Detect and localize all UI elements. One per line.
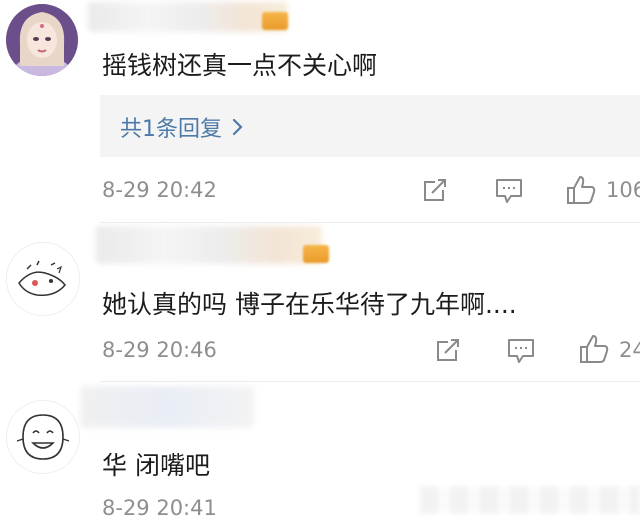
- thumbs-up-icon: [567, 176, 596, 204]
- comment-icon: [496, 179, 522, 203]
- avatar-illustration: [7, 401, 79, 473]
- vip-badge: [303, 245, 329, 263]
- like-count: 24: [619, 338, 640, 362]
- like-button[interactable]: [578, 333, 610, 369]
- avatar[interactable]: [6, 4, 78, 76]
- vip-badge: [262, 12, 288, 30]
- like-button[interactable]: [565, 174, 597, 210]
- username-blurred[interactable]: [80, 386, 254, 428]
- avatar-illustration: [6, 4, 78, 76]
- avatar[interactable]: [6, 400, 80, 474]
- username-blurred[interactable]: [88, 2, 288, 32]
- comment-time: 8-29 20:42: [102, 178, 217, 202]
- view-replies-link[interactable]: 共1条回复: [120, 111, 244, 143]
- comment-time: 8-29 20:41: [102, 496, 217, 520]
- reply-box: 共1条回复: [100, 95, 640, 157]
- comment-button[interactable]: [494, 177, 524, 209]
- comment-icon: [508, 339, 534, 363]
- avatar-illustration: [7, 243, 79, 315]
- share-icon: [437, 339, 459, 361]
- username-blurred[interactable]: [96, 226, 322, 264]
- divider: [100, 222, 640, 223]
- chevron-right-icon: [232, 118, 243, 136]
- like-count: 106: [606, 178, 640, 202]
- comment-button[interactable]: [506, 337, 536, 369]
- divider: [100, 381, 640, 382]
- share-button[interactable]: [421, 176, 449, 208]
- thumbs-up-icon: [580, 335, 609, 363]
- share-button[interactable]: [434, 336, 462, 368]
- comment-time: 8-29 20:46: [102, 338, 217, 362]
- avatar[interactable]: [6, 242, 80, 316]
- watermark: [420, 486, 640, 514]
- comment-text: 她认真的吗 博子在乐华待了九年啊....: [102, 290, 517, 319]
- share-icon: [424, 179, 446, 201]
- comment-text: 华 闭嘴吧: [102, 451, 210, 480]
- comment-text: 摇钱树还真一点不关心啊: [102, 51, 378, 80]
- view-replies-label: 共1条回复: [120, 117, 222, 142]
